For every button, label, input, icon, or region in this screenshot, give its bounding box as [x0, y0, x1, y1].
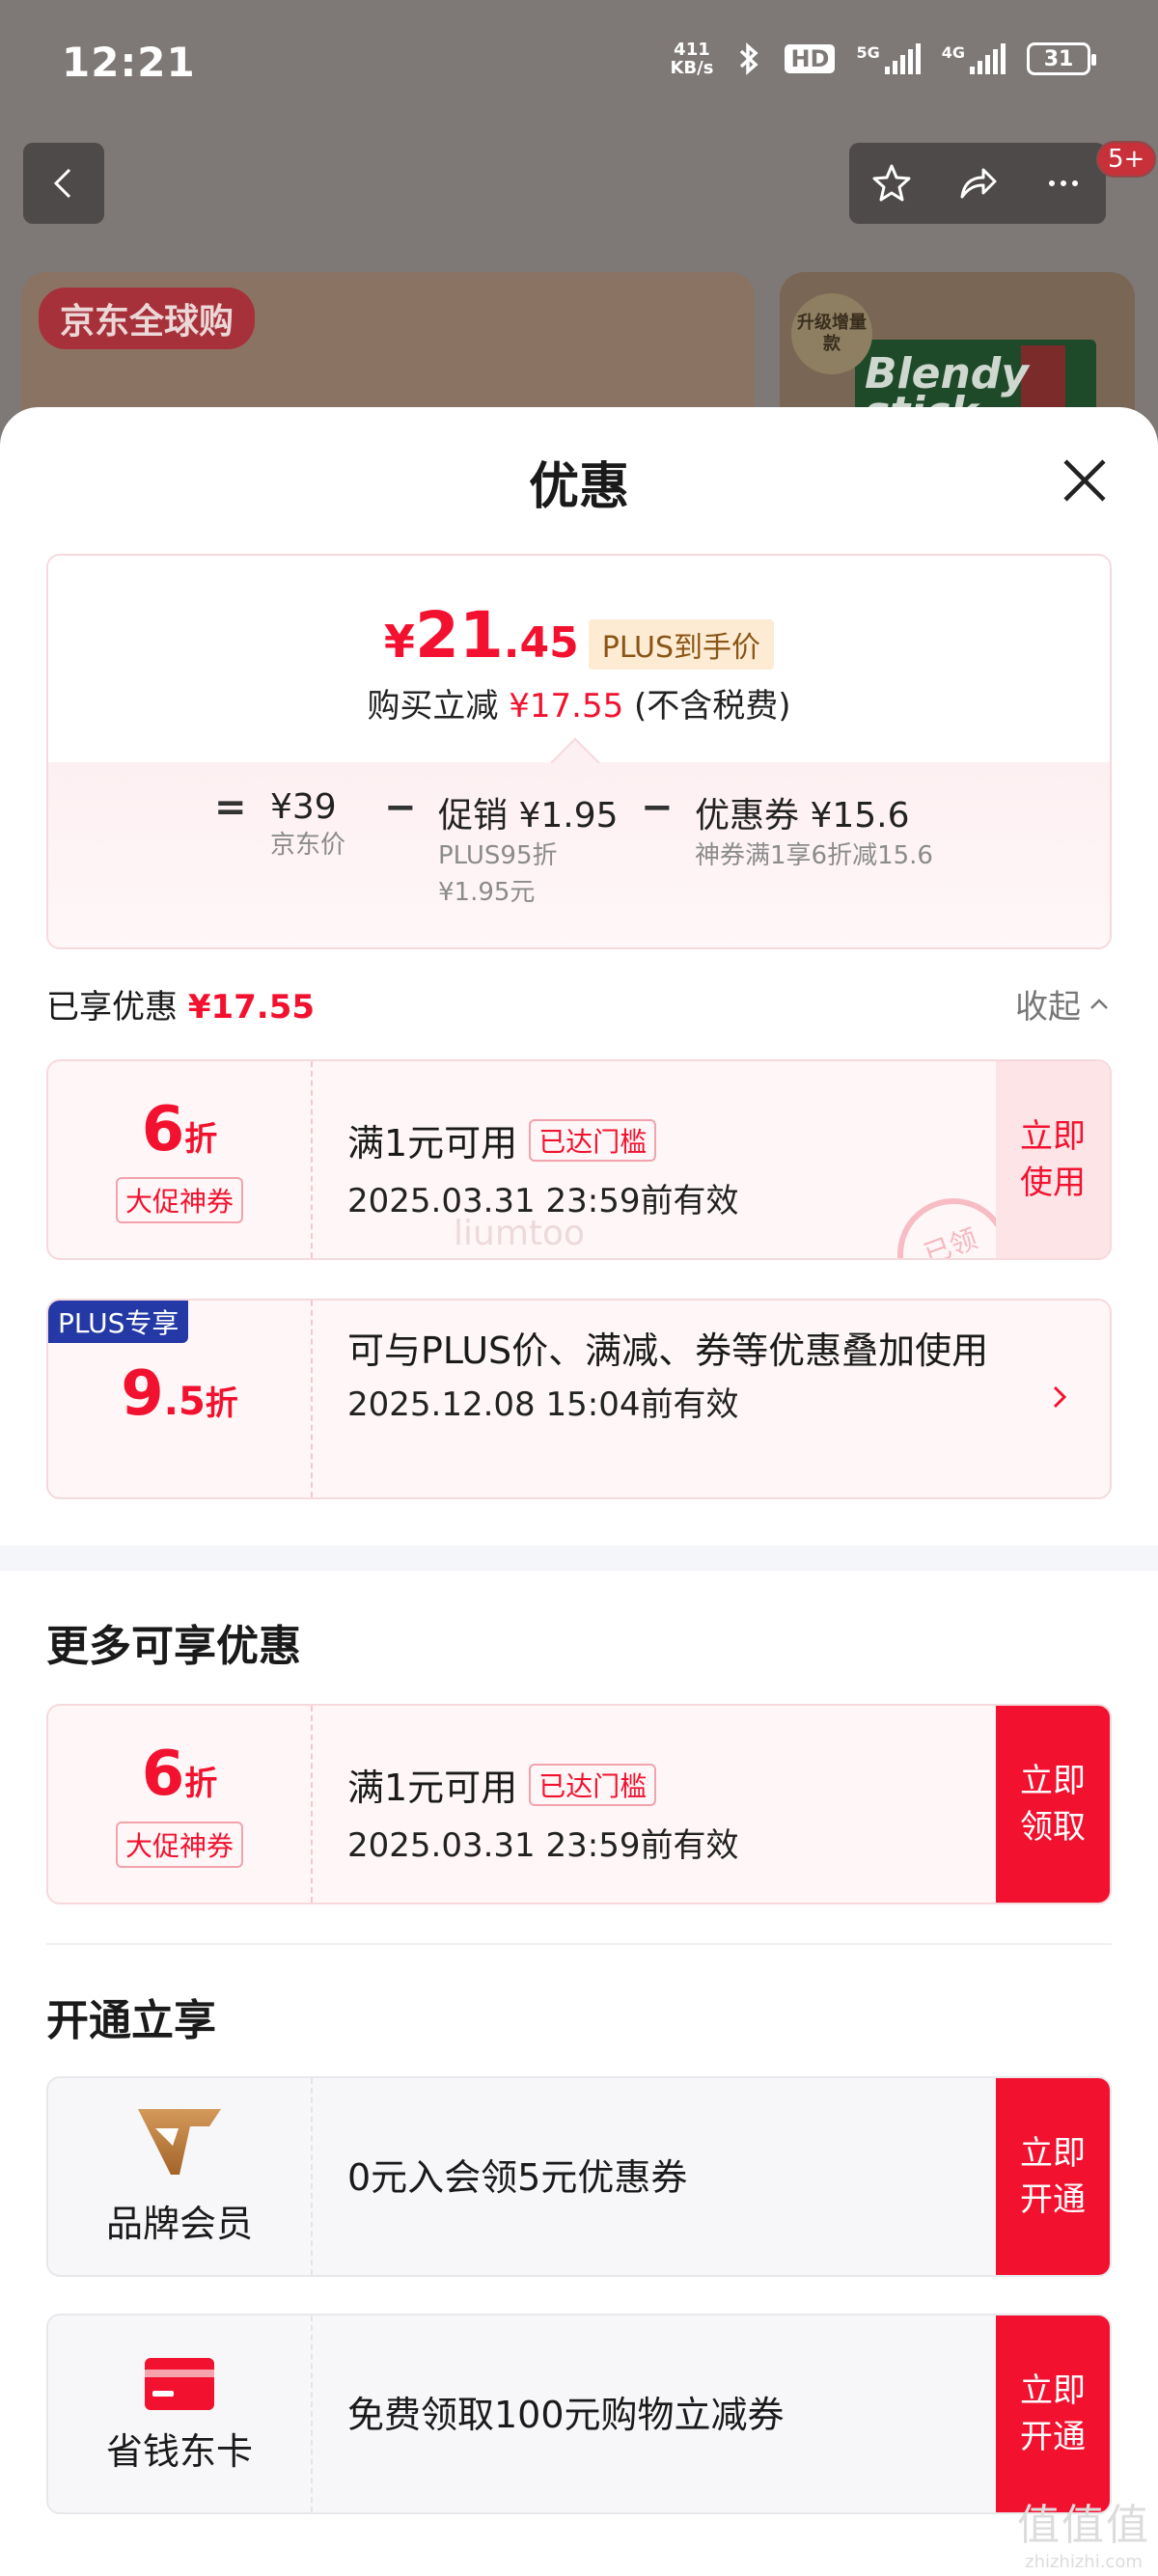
open-enjoy-title: 开通立享	[46, 1996, 216, 2045]
price-breakdown-card: ¥21.45 PLUS到手价 购买立减 ¥17.55 (不含税费) = ¥39 …	[46, 554, 1112, 949]
coupon-validity: 2025.03.31 23:59前有效	[347, 1826, 739, 1865]
enjoyed-discount: 已享优惠 ¥17.55	[46, 988, 316, 1027]
divider	[46, 1943, 1112, 1945]
chevron-right-icon	[1053, 1385, 1067, 1409]
plus-price-tag: PLUS到手价	[588, 619, 775, 670]
brand-member-card: 品牌会员 0元入会领5元优惠券 立即 开通	[46, 2076, 1112, 2277]
minus-sign: −	[384, 785, 417, 830]
promo-title: 促销 ¥1.95	[438, 796, 619, 836]
discount-value: 6折	[141, 1739, 218, 1810]
status-time: 12:21	[62, 39, 196, 86]
notification-badge: 5+	[1096, 141, 1157, 178]
final-price-row: ¥21.45 PLUS到手价	[48, 598, 1110, 672]
use-now-button[interactable]: 立即 使用	[996, 1061, 1110, 1258]
site-watermark: 值值值 zhizhizhi.com	[1017, 2501, 1150, 2572]
chevron-up-icon	[1090, 998, 1108, 1009]
promo-block: 促销 ¥1.95 PLUS95折 ¥1.95元	[438, 787, 619, 911]
network-speed: 411 KB/s	[670, 40, 714, 78]
star-icon[interactable]	[868, 160, 915, 206]
brand-member-label: 品牌会员	[105, 2202, 253, 2245]
coupon-block: 优惠券 ¥15.6 神券满1享6折减15.6	[695, 787, 933, 874]
threshold-reached-badge: 已达门槛	[529, 1118, 657, 1162]
status-bar: 12:21 411 KB/s HD 5G 4G 31	[0, 0, 1158, 135]
coupon-card: 6折 大促神券 满1元可用 已达门槛 2025.03.31 23:59前有效 l…	[46, 1059, 1112, 1260]
more-icon[interactable]	[1040, 160, 1087, 206]
promo-sub: PLUS95折	[438, 841, 558, 870]
jd-price-block: ¥39 京东价	[270, 787, 345, 863]
global-purchase-tag: 京东全球购	[39, 288, 256, 349]
section-divider	[0, 1546, 1158, 1571]
claim-now-button[interactable]: 立即 领取	[996, 1706, 1110, 1903]
plus-discount-value: 9.5折	[121, 1358, 238, 1430]
plus-description: 可与PLUS价、满减、券等优惠叠加使用	[347, 1329, 989, 1372]
signal-5g-icon: 5G	[856, 43, 921, 74]
saving-card-label: 省钱东卡	[105, 2429, 253, 2473]
coupon-condition: 满1元可用	[347, 1767, 518, 1809]
jd-price: ¥39	[270, 787, 337, 827]
plus-discount-card[interactable]: 9.5折 PLUS专享 可与PLUS价、满减、券等优惠叠加使用 2025.12.…	[46, 1299, 1112, 1499]
coupon-card: 6折 大促神券 满1元可用 已达门槛 2025.03.31 23:59前有效 立…	[46, 1704, 1112, 1905]
promo-sub-amount: ¥1.95元	[438, 878, 536, 907]
more-offers-title: 更多可享优惠	[46, 1622, 301, 1671]
back-button[interactable]	[23, 143, 104, 224]
coupon-title: 优惠券 ¥15.6	[695, 796, 910, 836]
coupon-condition: 满1元可用	[347, 1122, 518, 1165]
brand-member-desc: 0元入会领5元优惠券	[347, 2156, 688, 2199]
brand-member-v-icon	[138, 2108, 221, 2175]
sheet-title: 优惠	[528, 458, 629, 516]
watermark-text: liumtoo	[454, 1214, 586, 1253]
plus-exclusive-ribbon: PLUS专享	[48, 1301, 189, 1343]
open-now-button[interactable]: 立即 开通	[996, 2316, 1110, 2512]
status-icons: 411 KB/s HD 5G 4G 31	[670, 40, 1096, 78]
promo-tag: 大促神券	[115, 1822, 243, 1868]
discount-sheet: 优惠 ¥21.45 PLUS到手价 购买立减 ¥17.55 (不含税费) = ¥…	[0, 407, 1158, 2576]
hd-icon: HD	[785, 44, 836, 73]
battery-icon: 31	[1027, 42, 1096, 75]
saving-card-desc: 免费领取100元购物立减券	[347, 2394, 785, 2436]
signal-4g-icon: 4G	[942, 43, 1006, 74]
upgrade-badge: 升级增量款	[791, 293, 872, 374]
saving-card: 省钱东卡 免费领取100元购物立减券 立即 开通	[46, 2314, 1112, 2514]
chevron-left-icon	[53, 168, 71, 199]
close-icon[interactable]	[1054, 450, 1116, 511]
jd-price-label: 京东价	[270, 831, 346, 860]
threshold-reached-badge: 已达门槛	[529, 1763, 657, 1806]
plus-validity: 2025.12.08 15:04前有效	[347, 1385, 739, 1424]
minus-sign: −	[641, 785, 674, 830]
open-now-button[interactable]: 立即 开通	[996, 2078, 1110, 2275]
save-line: 购买立减 ¥17.55 (不含税费)	[367, 687, 791, 726]
card-icon	[145, 2357, 214, 2410]
final-price: ¥21.45	[383, 598, 579, 672]
collapse-toggle[interactable]: 收起	[1015, 980, 1112, 1028]
equals-sign: =	[214, 785, 247, 830]
coupon-validity: 2025.03.31 23:59前有效	[347, 1182, 739, 1220]
bluetooth-icon	[740, 42, 759, 75]
discount-value: 6折	[141, 1094, 218, 1165]
share-icon[interactable]	[954, 160, 1001, 206]
promo-tag: 大促神券	[115, 1177, 243, 1223]
top-actions	[849, 143, 1106, 224]
coupon-sub: 神券满1享6折减15.6	[695, 841, 933, 870]
